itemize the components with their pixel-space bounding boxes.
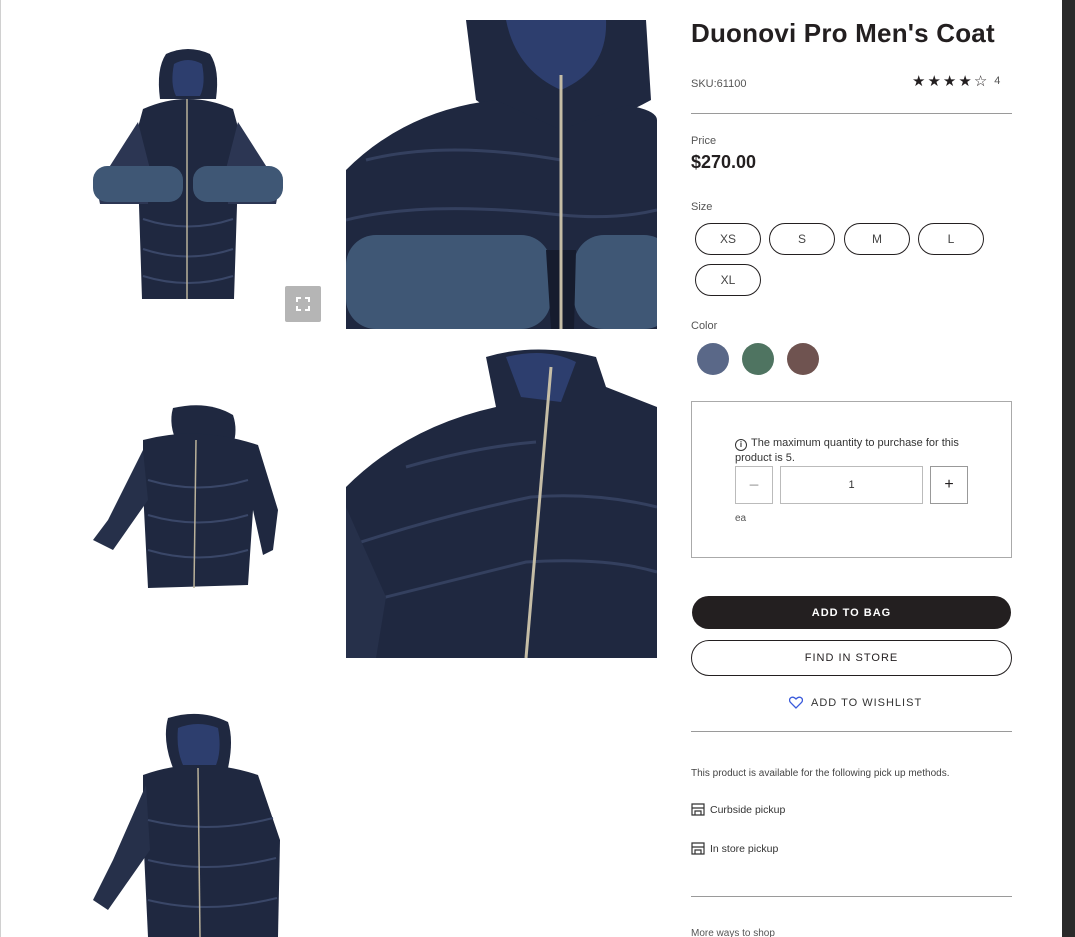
- product-image-closeup-top[interactable]: [346, 20, 657, 329]
- star-icon: ★: [942, 73, 957, 90]
- quantity-decrease-button[interactable]: −: [735, 466, 773, 504]
- size-option-l[interactable]: L: [918, 223, 984, 255]
- size-label: Size: [691, 201, 713, 213]
- quantity-limit-text: The maximum quantity to purchase for thi…: [735, 437, 959, 464]
- expand-gallery-button[interactable]: [285, 286, 321, 322]
- page-left-border: [0, 0, 1, 937]
- jacket-closeup-top-illustration: [346, 20, 657, 329]
- quantity-unit: ea: [735, 513, 747, 524]
- pickup-method-label: In store pickup: [710, 842, 779, 855]
- star-empty-icon: ☆: [973, 73, 988, 90]
- product-title: Duonovi Pro Men's Coat: [691, 18, 995, 48]
- quantity-panel: i The maximum quantity to purchase for th…: [691, 401, 1012, 558]
- store-icon: [691, 842, 705, 855]
- product-rating[interactable]: ★ ★ ★ ★ ☆ 4: [912, 72, 1000, 90]
- divider: [691, 113, 1012, 114]
- color-label: Color: [691, 320, 718, 332]
- add-to-wishlist-button[interactable]: ADD TO WISHLIST: [789, 696, 922, 709]
- window-right-edge: [1062, 0, 1075, 937]
- product-price: $270.00: [691, 152, 757, 172]
- heart-icon: [789, 696, 803, 709]
- wishlist-label: ADD TO WISHLIST: [811, 696, 923, 709]
- more-ways-to-shop: More ways to shop: [691, 928, 775, 937]
- jacket-closeup-zipper-illustration: [346, 347, 657, 658]
- find-in-store-button[interactable]: FIND IN STORE: [691, 640, 1012, 676]
- size-option-m[interactable]: M: [844, 223, 910, 255]
- star-icon: ★: [958, 73, 972, 90]
- pickup-intro: This product is available for the follow…: [691, 768, 950, 779]
- product-image-three-quarter[interactable]: [88, 710, 288, 937]
- color-swatch-slate-blue[interactable]: [697, 343, 729, 375]
- quantity-increase-button[interactable]: +: [930, 466, 968, 504]
- star-icon: ★: [927, 73, 941, 90]
- color-swatch-green[interactable]: [742, 343, 774, 375]
- expand-icon: [296, 297, 310, 311]
- product-sku: SKU:61100: [691, 78, 747, 90]
- divider: [691, 731, 1012, 732]
- star-icon: ★: [912, 73, 926, 90]
- product-image-side[interactable]: [88, 400, 288, 592]
- price-label: Price: [691, 135, 717, 147]
- product-image-closeup-zipper[interactable]: [346, 347, 657, 658]
- pickup-method-curbside: Curbside pickup: [691, 803, 785, 816]
- size-option-xs[interactable]: XS: [695, 223, 761, 255]
- jacket-front-illustration: [93, 49, 283, 299]
- add-to-bag-button[interactable]: ADD TO BAG: [692, 596, 1011, 629]
- rating-count: 4: [994, 75, 1001, 87]
- store-icon: [691, 803, 705, 816]
- jacket-side-illustration: [93, 405, 278, 589]
- size-option-xl[interactable]: XL: [695, 264, 761, 296]
- product-image-front[interactable]: [88, 44, 288, 306]
- quantity-limit-note: i The maximum quantity to purchase for th…: [735, 436, 985, 466]
- pickup-method-label: Curbside pickup: [710, 803, 786, 816]
- color-swatch-brown[interactable]: [787, 343, 819, 375]
- jacket-three-quarter-illustration: [93, 713, 280, 937]
- pickup-method-in-store: In store pickup: [691, 842, 778, 855]
- divider: [691, 896, 1012, 897]
- quantity-input[interactable]: 1: [780, 466, 923, 504]
- info-icon: i: [735, 438, 747, 451]
- size-option-s[interactable]: S: [769, 223, 835, 255]
